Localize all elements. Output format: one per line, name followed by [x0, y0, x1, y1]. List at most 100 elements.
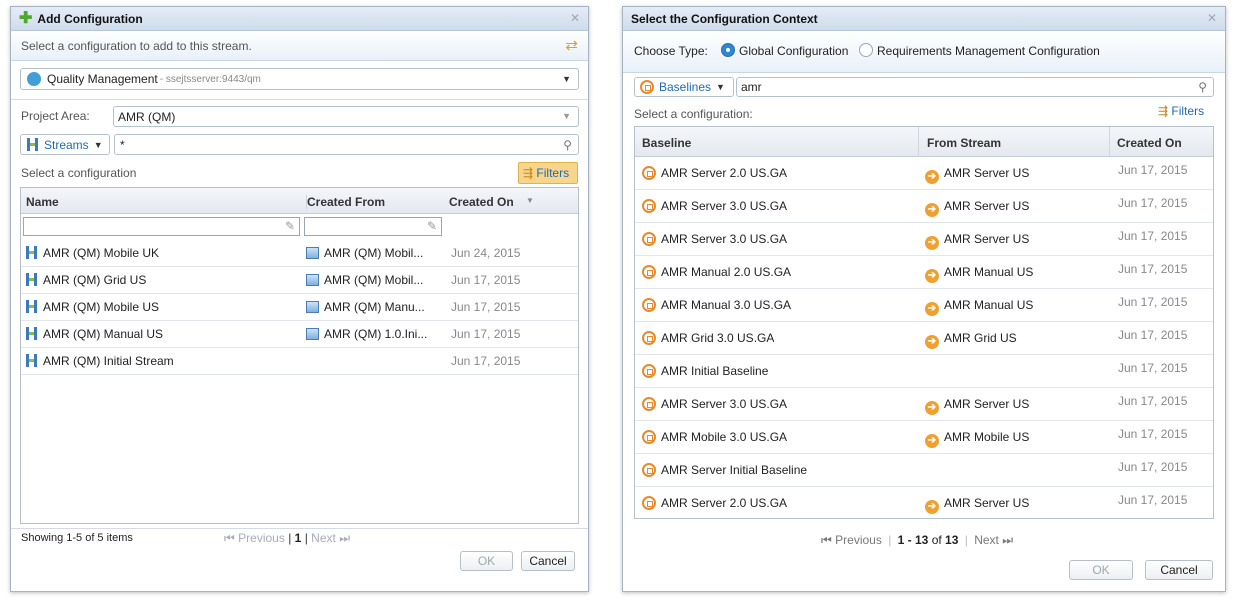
refresh-icon[interactable]: ⇄ — [565, 36, 578, 54]
table-row[interactable]: AMR (QM) Initial Stream Jun 17, 2015 — [21, 348, 578, 375]
row-baseline: AMR Server 2.0 US.GA — [661, 166, 788, 180]
stream-icon — [25, 327, 38, 340]
showing-count: Showing 1-5 of 5 items — [21, 532, 133, 544]
column-header-baseline[interactable]: Baseline — [642, 136, 691, 150]
search-input[interactable]: * ⚲ — [114, 134, 579, 155]
row-baseline: AMR Server 3.0 US.GA — [661, 199, 788, 213]
column-header-created-on[interactable]: Created On — [1117, 136, 1182, 150]
sort-down-icon[interactable]: ▼ — [526, 196, 534, 205]
plus-icon: ✚ — [19, 9, 33, 27]
table-row[interactable]: AMR Manual 2.0 US.GA ➔ AMR Manual US Jun … — [635, 256, 1213, 289]
baseline-icon — [642, 265, 656, 279]
eraser-icon[interactable]: ✎ — [285, 219, 295, 233]
close-icon[interactable]: ✕ — [1207, 11, 1217, 25]
baseline-icon — [642, 463, 656, 477]
row-stream: AMR Server US — [944, 397, 1030, 411]
table-row[interactable]: AMR Server 2.0 US.GA ➔ AMR Server US Jun … — [635, 487, 1213, 518]
row-baseline: AMR Grid 3.0 US.GA — [661, 331, 775, 345]
table-row[interactable]: AMR (QM) Mobile UK AMR (QM) Mobil... Jun… — [21, 240, 578, 267]
page-range: 1 - 13 — [897, 533, 929, 547]
radio-unselected-icon[interactable] — [859, 43, 873, 57]
filters-button[interactable]: ⇶ Filters — [518, 162, 578, 184]
pagination: ⏮ Previous | 1 - 13 of 13 | Next ⏭ — [821, 533, 1014, 547]
row-baseline: AMR Initial Baseline — [661, 364, 769, 378]
cancel-button[interactable]: Cancel — [521, 551, 575, 571]
pagination: ⏮ Previous | 1 | Next ⏭ — [224, 531, 350, 545]
table-row[interactable]: AMR Server 3.0 US.GA ➔ AMR Server US Jun … — [635, 223, 1213, 256]
table-row[interactable]: AMR (QM) Manual US AMR (QM) 1.0.Ini... J… — [21, 321, 578, 348]
stream-arrow-icon: ➔ — [925, 500, 939, 514]
row-created-from: AMR (QM) Mobil... — [324, 246, 424, 260]
project-area-select[interactable]: AMR (QM) ▼ — [113, 106, 579, 127]
table-row[interactable]: AMR (QM) Mobile US AMR (QM) Manu... Jun … — [21, 294, 578, 321]
search-icon[interactable]: ⚲ — [1198, 80, 1207, 94]
name-filter-input[interactable]: ✎ — [23, 217, 300, 236]
table-row[interactable]: AMR (QM) Grid US AMR (QM) Mobil... Jun 1… — [21, 267, 578, 294]
select-context-titlebar: Select the Configuration Context ✕ — [623, 7, 1225, 31]
table-row[interactable]: AMR Initial Baseline Jun 17, 2015 — [635, 355, 1213, 388]
column-header-name[interactable]: Name — [26, 195, 59, 209]
table-row[interactable]: AMR Server Initial Baseline Jun 17, 2015 — [635, 454, 1213, 487]
cancel-button[interactable]: Cancel — [1145, 560, 1213, 580]
row-created-from: AMR (QM) 1.0.Ini... — [324, 327, 428, 341]
row-created-on: Jun 17, 2015 — [1118, 196, 1188, 210]
table-row[interactable]: AMR Manual 3.0 US.GA ➔ AMR Manual US Jun … — [635, 289, 1213, 322]
row-stream: AMR Manual US — [944, 298, 1034, 312]
source-host: - ssejtsserver:9443/qm — [159, 73, 261, 85]
table-row[interactable]: AMR Server 3.0 US.GA ➔ AMR Server US Jun … — [635, 388, 1213, 421]
column-header-created-on[interactable]: Created On — [449, 195, 514, 209]
previous-link[interactable]: Previous — [238, 531, 285, 545]
radio-rm-label[interactable]: Requirements Management Configuration — [877, 44, 1100, 58]
chevron-down-icon: ▼ — [562, 111, 571, 121]
ok-button[interactable]: OK — [1069, 560, 1133, 580]
ok-button[interactable]: OK — [460, 551, 513, 571]
next-link[interactable]: Next — [311, 531, 336, 545]
filters-button[interactable]: ⇶ Filters — [1158, 104, 1204, 118]
row-created-on: Jun 17, 2015 — [1118, 163, 1188, 177]
radio-selected-icon[interactable] — [721, 43, 735, 57]
row-stream: AMR Manual US — [944, 265, 1034, 279]
search-input[interactable]: amr ⚲ — [736, 77, 1214, 97]
baseline-icon — [642, 331, 656, 345]
dialog-title: Select the Configuration Context — [631, 11, 818, 26]
column-header-created-from[interactable]: Created From — [306, 195, 385, 209]
stream-icon — [25, 246, 38, 259]
dialog-subtitle-bar: Select a configuration to add to this st… — [11, 31, 588, 61]
table-row[interactable]: AMR Mobile 3.0 US.GA ➔ AMR Mobile US Jun … — [635, 421, 1213, 454]
last-page-icon[interactable]: ⏭ — [1002, 533, 1013, 547]
row-created-on: Jun 17, 2015 — [1118, 262, 1188, 276]
application-select[interactable]: Quality Management - ssejtsserver:9443/q… — [20, 68, 579, 90]
type-select[interactable]: Baselines ▼ — [634, 77, 734, 97]
eraser-icon[interactable]: ✎ — [427, 219, 437, 233]
chevron-down-icon: ▼ — [93, 139, 103, 150]
row-created-from: AMR (QM) Manu... — [324, 300, 425, 314]
first-page-icon[interactable]: ⏮ — [821, 533, 832, 547]
baseline-icon — [642, 298, 656, 312]
last-page-icon[interactable]: ⏭ — [339, 531, 350, 545]
next-link[interactable]: Next — [974, 533, 999, 547]
table-row[interactable]: AMR Grid 3.0 US.GA ➔ AMR Grid US Jun 17, … — [635, 322, 1213, 355]
previous-link[interactable]: Previous — [835, 533, 882, 547]
page-total: 13 — [945, 533, 959, 547]
filters-icon: ⇶ — [1158, 104, 1169, 118]
row-stream: AMR Mobile US — [944, 430, 1030, 444]
baseline-icon — [642, 364, 656, 378]
table-row[interactable]: AMR Server 2.0 US.GA ➔ AMR Server US Jun … — [635, 157, 1213, 190]
row-stream: AMR Server US — [944, 496, 1030, 510]
current-page[interactable]: 1 — [295, 531, 302, 545]
search-icon[interactable]: ⚲ — [563, 138, 572, 152]
close-icon[interactable]: ✕ — [570, 11, 580, 25]
created-from-filter-input[interactable]: ✎ — [304, 217, 442, 236]
row-created-from: AMR (QM) Mobil... — [324, 273, 424, 287]
table-row[interactable]: AMR Server 3.0 US.GA ➔ AMR Server US Jun … — [635, 190, 1213, 223]
row-name: AMR (QM) Mobile UK — [43, 246, 160, 260]
column-header-from-stream[interactable]: From Stream — [927, 136, 1001, 150]
row-baseline: AMR Server 3.0 US.GA — [661, 232, 788, 246]
first-page-icon[interactable]: ⏮ — [224, 531, 235, 545]
type-select[interactable]: Streams ▼ — [20, 134, 110, 155]
row-created-on: Jun 17, 2015 — [1118, 328, 1188, 342]
row-created-on: Jun 17, 2015 — [451, 273, 521, 287]
row-created-on: Jun 17, 2015 — [451, 354, 521, 368]
stream-icon — [25, 273, 38, 286]
radio-global-label[interactable]: Global Configuration — [739, 44, 848, 58]
